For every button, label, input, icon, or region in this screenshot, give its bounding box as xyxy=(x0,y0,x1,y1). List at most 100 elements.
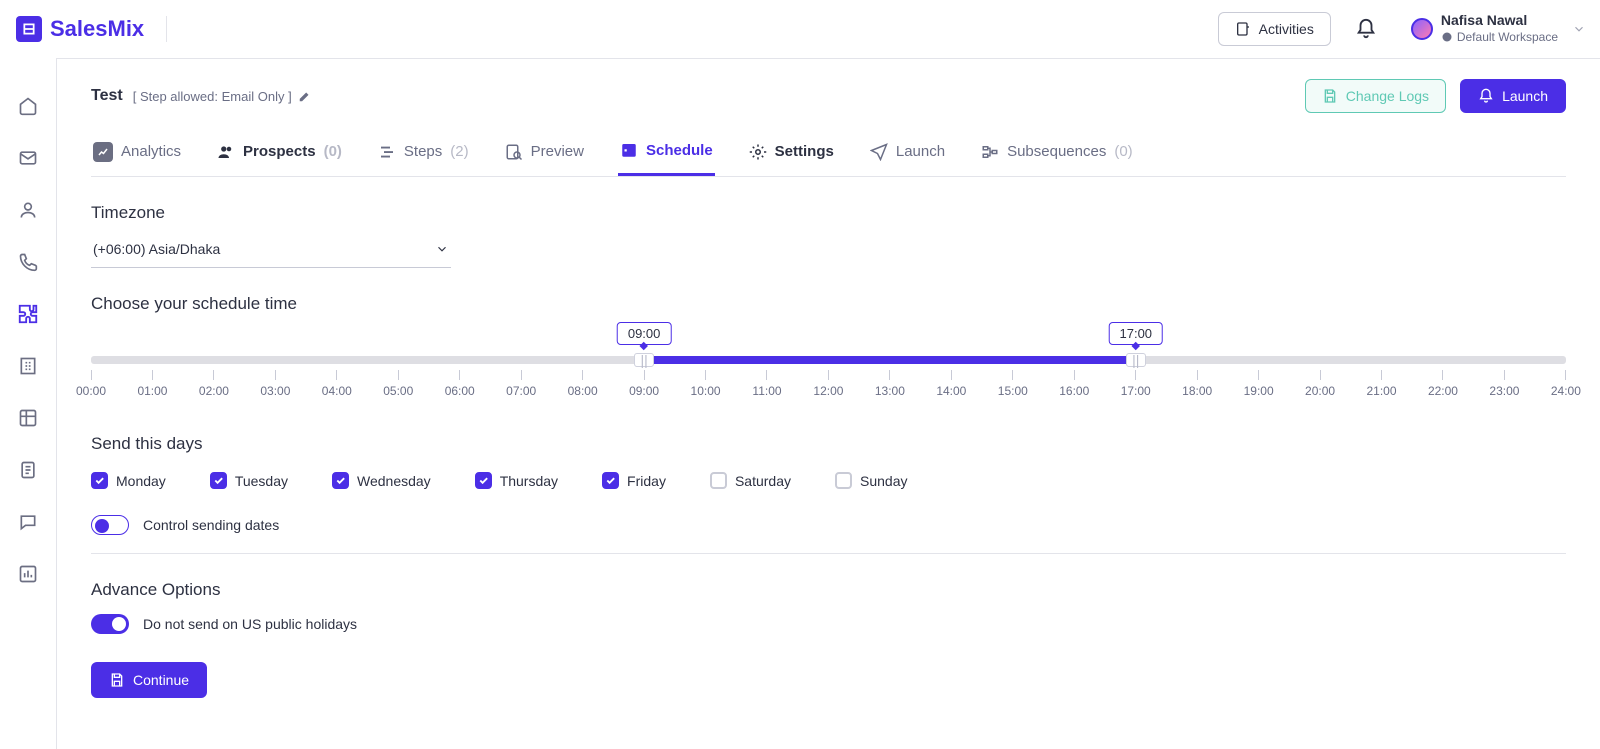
nav-user[interactable] xyxy=(16,198,40,222)
nav-call[interactable] xyxy=(16,250,40,274)
tab-prospects[interactable]: Prospects (0) xyxy=(215,131,344,176)
day-label: Saturday xyxy=(735,473,791,489)
change-logs-label: Change Logs xyxy=(1346,88,1429,104)
continue-button[interactable]: Continue xyxy=(91,662,207,698)
day-monday[interactable]: Monday xyxy=(91,472,166,489)
page-header: Test [ Step allowed: Email Only ] Change… xyxy=(91,79,1566,113)
notifications-button[interactable] xyxy=(1347,10,1385,48)
nav-grid[interactable] xyxy=(16,406,40,430)
topbar: SalesMix Activities Nafisa Nawal Default… xyxy=(0,0,1600,58)
day-label: Monday xyxy=(116,473,166,489)
checkbox[interactable] xyxy=(602,472,619,489)
workspace-icon xyxy=(1441,31,1453,43)
day-label: Tuesday xyxy=(235,473,288,489)
time-range-slider[interactable]: 09:00||17:00|| 00:0001:0002:0003:0004:00… xyxy=(91,356,1566,398)
page: Test [ Step allowed: Email Only ] Change… xyxy=(56,58,1600,749)
save-icon xyxy=(1322,88,1338,104)
slider-start-tooltip: 09:00 xyxy=(617,322,672,345)
tab-subsequences[interactable]: Subsequences (0) xyxy=(979,131,1135,176)
chevron-down-icon xyxy=(1572,22,1586,36)
steps-icon xyxy=(378,143,396,161)
control-dates-row: Control sending dates xyxy=(91,515,1566,535)
tab-steps[interactable]: Steps (2) xyxy=(376,131,471,176)
nav-analytics[interactable] xyxy=(16,562,40,586)
calendar-icon xyxy=(620,141,638,159)
puzzle-icon xyxy=(17,303,39,325)
avatar xyxy=(1411,18,1433,40)
edit-icon[interactable] xyxy=(298,89,312,103)
change-logs-button[interactable]: Change Logs xyxy=(1305,79,1446,113)
day-label: Wednesday xyxy=(357,473,431,489)
day-sunday[interactable]: Sunday xyxy=(835,472,907,489)
notes-icon xyxy=(18,460,38,480)
call-icon xyxy=(18,252,38,272)
tab-launch[interactable]: Launch xyxy=(868,131,947,176)
tab-settings[interactable]: Settings xyxy=(747,131,836,176)
checkbox[interactable] xyxy=(210,472,227,489)
day-thursday[interactable]: Thursday xyxy=(475,472,558,489)
launch-label: Launch xyxy=(1502,88,1548,104)
choose-label: Choose your schedule time xyxy=(91,294,1566,314)
nav-notes[interactable] xyxy=(16,458,40,482)
nav-home[interactable] xyxy=(16,94,40,118)
control-dates-label: Control sending dates xyxy=(143,517,279,533)
grid-icon xyxy=(18,408,38,428)
nav-mail[interactable] xyxy=(16,146,40,170)
bell-icon xyxy=(1478,88,1494,104)
user-icon xyxy=(18,200,38,220)
checkbox[interactable] xyxy=(91,472,108,489)
tab-schedule[interactable]: Schedule xyxy=(618,131,715,176)
control-dates-toggle[interactable] xyxy=(91,515,129,535)
divider xyxy=(91,553,1566,554)
checkbox[interactable] xyxy=(332,472,349,489)
page-title: Test xyxy=(91,87,123,105)
timezone-select[interactable]: (+06:00) Asia/Dhaka xyxy=(91,231,451,268)
mail-icon xyxy=(18,148,38,168)
send-icon xyxy=(870,143,888,161)
advance-label: Advance Options xyxy=(91,580,1566,600)
slider-range xyxy=(644,356,1136,364)
day-saturday[interactable]: Saturday xyxy=(710,472,791,489)
tabs: Analytics Prospects (0) Steps (2) Previe… xyxy=(91,131,1566,177)
analytics-icon xyxy=(18,564,38,584)
day-label: Thursday xyxy=(500,473,558,489)
company-icon xyxy=(18,356,38,376)
subsequence-icon xyxy=(981,143,999,161)
brand[interactable]: SalesMix xyxy=(10,16,150,42)
slider-end-tooltip: 17:00 xyxy=(1109,322,1164,345)
nav-company[interactable] xyxy=(16,354,40,378)
chevron-down-icon xyxy=(435,242,449,256)
checkbox[interactable] xyxy=(475,472,492,489)
holidays-toggle[interactable] xyxy=(91,614,129,634)
day-friday[interactable]: Friday xyxy=(602,472,666,489)
holidays-label: Do not send on US public holidays xyxy=(143,616,357,632)
tab-preview[interactable]: Preview xyxy=(503,131,586,176)
slider-end-handle[interactable]: || xyxy=(1126,353,1146,367)
slider-track: 09:00||17:00|| xyxy=(91,356,1566,364)
step-allowed: [ Step allowed: Email Only ] xyxy=(133,89,312,104)
launch-button[interactable]: Launch xyxy=(1460,79,1566,113)
day-label: Friday xyxy=(627,473,666,489)
tab-analytics[interactable]: Analytics xyxy=(91,131,183,176)
send-days-label: Send this days xyxy=(91,434,1566,454)
user-name: Nafisa Nawal xyxy=(1441,12,1558,30)
gear-icon xyxy=(749,143,767,161)
day-tuesday[interactable]: Tuesday xyxy=(210,472,288,489)
activities-button[interactable]: Activities xyxy=(1218,12,1331,46)
divider xyxy=(166,16,167,42)
holidays-row: Do not send on US public holidays xyxy=(91,614,1566,634)
chart-icon xyxy=(93,142,113,162)
timezone-label: Timezone xyxy=(91,203,1566,223)
checkbox[interactable] xyxy=(710,472,727,489)
sidenav xyxy=(0,58,56,749)
nav-chat[interactable] xyxy=(16,510,40,534)
activities-label: Activities xyxy=(1259,21,1314,37)
preview-icon xyxy=(505,143,523,161)
user-menu[interactable]: Nafisa Nawal Default Workspace xyxy=(1411,12,1586,45)
bell-icon xyxy=(1355,18,1377,40)
day-wednesday[interactable]: Wednesday xyxy=(332,472,431,489)
nav-puzzle[interactable] xyxy=(16,302,40,326)
slider-start-handle[interactable]: || xyxy=(634,353,654,367)
save-icon xyxy=(109,672,125,688)
checkbox[interactable] xyxy=(835,472,852,489)
